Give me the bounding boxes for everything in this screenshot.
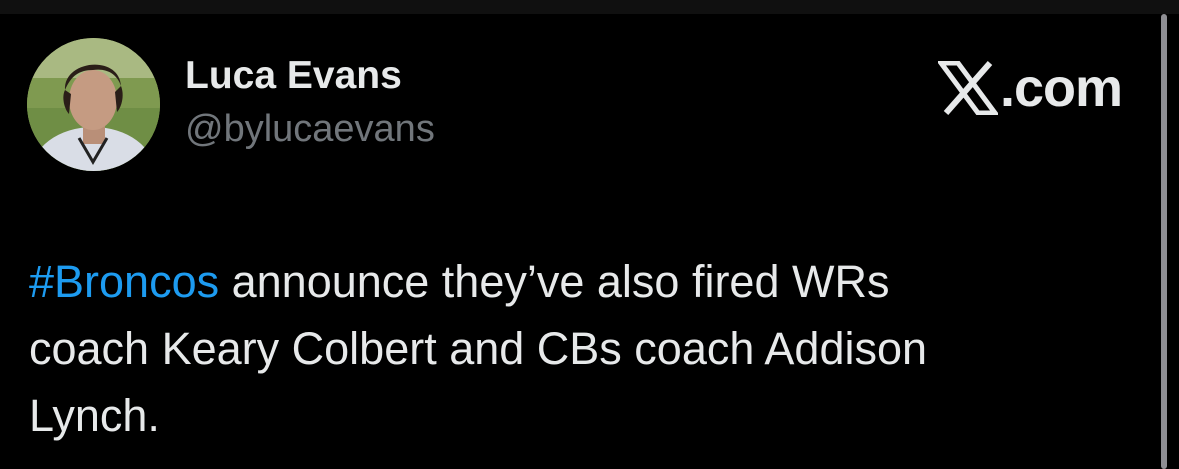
x-logo-icon [938, 61, 998, 115]
scrollbar[interactable] [1161, 14, 1167, 469]
tweet-line-1-text: announce they’ve also fired WRs [219, 256, 890, 307]
tweet-line-3: Lynch. [29, 390, 160, 441]
source-brand: .com [938, 58, 1123, 118]
brand-domain: .com [1000, 58, 1123, 118]
tweet-text: #Broncos announce they’ve also fired WRs… [29, 248, 1139, 449]
avatar[interactable] [27, 38, 160, 171]
avatar-photo [27, 38, 160, 171]
author-handle[interactable]: @bylucaevans [185, 108, 435, 151]
author-display-name[interactable]: Luca Evans [185, 54, 402, 98]
tweet-line-1: #Broncos announce they’ve also fired WRs [29, 248, 1139, 315]
hashtag-link[interactable]: #Broncos [29, 256, 219, 307]
top-bar [0, 0, 1179, 14]
tweet-line-2: coach Keary Colbert and CBs coach Addiso… [29, 323, 928, 374]
